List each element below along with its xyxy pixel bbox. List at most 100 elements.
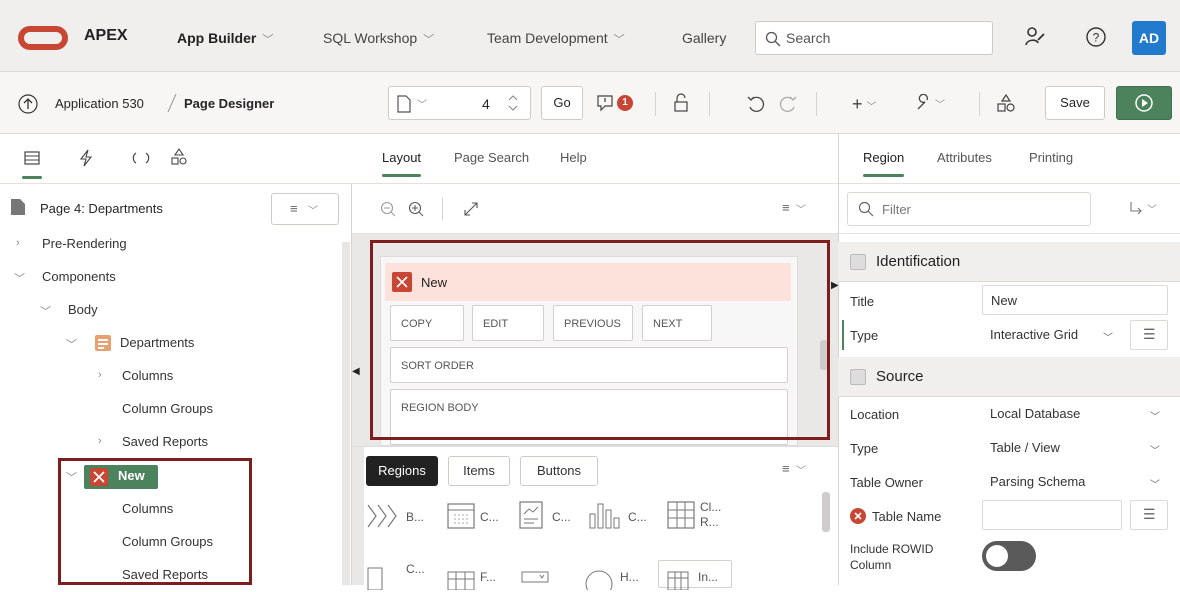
left-splitter[interactable] xyxy=(352,234,364,585)
tree-label: Body xyxy=(68,302,98,317)
type-select[interactable]: Interactive Grid ﹀ xyxy=(982,320,1122,350)
tree-item-pre-rendering[interactable]: › Pre-Rendering xyxy=(0,228,340,261)
menu-icon[interactable]: ≡ xyxy=(782,461,790,476)
tree-page-node[interactable]: Page 4: Departments ≡ ﹀ xyxy=(0,192,352,226)
tree-item-new-columns[interactable]: Columns xyxy=(0,493,240,526)
gallery-scrollbar[interactable] xyxy=(822,492,830,532)
search-input[interactable]: Search xyxy=(755,21,993,55)
toolbar-divider xyxy=(816,92,817,116)
tree-item-columns[interactable]: › Columns xyxy=(0,360,340,393)
tree-item-departments[interactable]: ﹀ Departments xyxy=(0,327,340,360)
rendering-tab-icon[interactable] xyxy=(24,150,40,166)
help-icon[interactable]: ? xyxy=(1085,26,1107,48)
type-select-value: Interactive Grid xyxy=(990,327,1079,342)
tree-menu-button[interactable]: ≡ ﹀ xyxy=(271,193,339,225)
classic-report-icon xyxy=(667,501,695,529)
menu-icon[interactable]: ≡ xyxy=(782,200,790,215)
shared-components-icon[interactable] xyxy=(996,93,1016,113)
nav-gallery[interactable]: Gallery xyxy=(682,30,726,46)
filter-input[interactable]: Filter xyxy=(847,192,1091,226)
layout-panel: Layout Page Search Help ≡ ﹀ ◀ ▶ New COPY… xyxy=(352,134,839,590)
tree-item-saved-reports[interactable]: › Saved Reports xyxy=(0,426,340,459)
table-name-field[interactable] xyxy=(982,500,1122,530)
search-icon xyxy=(765,31,781,47)
section-identification[interactable]: Identification xyxy=(838,242,1180,282)
expand-icon[interactable] xyxy=(462,200,480,218)
toggle-knob xyxy=(986,545,1008,567)
gallery-tab-items[interactable]: Items xyxy=(448,456,510,486)
source-type-select[interactable]: Table / View ﹀ xyxy=(982,433,1168,463)
redo-icon[interactable] xyxy=(778,94,798,114)
left-panel-tabs xyxy=(0,134,352,184)
tab-layout[interactable]: Layout xyxy=(382,150,422,177)
gallery-tab-buttons[interactable]: Buttons xyxy=(520,456,598,486)
go-button[interactable]: Go xyxy=(541,86,583,120)
page-selector[interactable]: ﹀ 4 xyxy=(388,86,531,120)
processing-tab-icon[interactable] xyxy=(132,149,150,167)
tree-item-components[interactable]: ﹀ Components xyxy=(0,261,340,294)
type-list-button[interactable]: ☰ xyxy=(1130,320,1168,350)
stepper-arrows-icon[interactable] xyxy=(507,92,519,114)
chevron-down-icon: ﹀ xyxy=(1147,205,1157,216)
interactive-grid-icon xyxy=(667,571,689,590)
error-icon xyxy=(850,508,866,524)
nav-sql-workshop[interactable]: SQL Workshop ﹀ xyxy=(323,30,434,47)
tab-attributes[interactable]: Attributes xyxy=(937,150,992,165)
save-button[interactable]: Save xyxy=(1045,86,1105,120)
chevron-down-icon: ﹀ xyxy=(66,339,77,351)
tree-scrollbar[interactable] xyxy=(342,242,350,585)
page-number-value[interactable]: 4 xyxy=(482,96,490,112)
tree-item-column-groups[interactable]: Column Groups xyxy=(0,393,340,426)
page-issues-button[interactable]: 1 xyxy=(596,94,640,114)
lock-icon[interactable] xyxy=(672,93,692,113)
error-x-icon xyxy=(90,468,108,486)
chevron-down-icon: ﹀ xyxy=(66,472,77,484)
tree-label: Saved Reports xyxy=(122,567,208,582)
tree-item-body[interactable]: ﹀ Body xyxy=(0,294,340,327)
avatar[interactable]: AD xyxy=(1132,21,1166,55)
select-list-icon xyxy=(521,571,549,583)
tab-printing[interactable]: Printing xyxy=(1029,150,1073,165)
run-page-button[interactable] xyxy=(1116,86,1172,120)
tree-item-new[interactable]: ﹀ New xyxy=(0,460,340,493)
nav-team-development-label: Team Development xyxy=(487,30,608,46)
chevron-down-icon: ﹀ xyxy=(40,306,51,318)
gallery-tab-regions[interactable]: Regions xyxy=(366,456,438,486)
undo-icon[interactable] xyxy=(746,94,766,114)
dynamic-actions-tab-icon[interactable] xyxy=(78,149,94,167)
developer-tools-icon[interactable] xyxy=(1024,26,1046,48)
type-label: Type xyxy=(850,328,879,343)
collapse-toggle-icon xyxy=(850,254,866,270)
filter-placeholder: Filter xyxy=(882,202,911,217)
title-field[interactable]: New xyxy=(982,285,1168,315)
shared-components-tab-icon[interactable] xyxy=(170,148,188,166)
list-icon: ☰ xyxy=(1143,326,1156,342)
tree-label: Components xyxy=(42,269,116,284)
section-source[interactable]: Source xyxy=(838,357,1180,397)
apex-brand[interactable]: APEX xyxy=(84,27,128,45)
table-owner-select[interactable]: Parsing Schema ﹀ xyxy=(982,467,1168,497)
up-arrow-circle-icon[interactable] xyxy=(18,94,38,114)
include-rowid-toggle[interactable] xyxy=(982,541,1036,571)
go-to-group-icon xyxy=(1130,202,1142,215)
tree-item-new-column-groups[interactable]: Column Groups xyxy=(0,526,240,559)
gallery-label: C... xyxy=(552,510,571,524)
create-menu-button[interactable]: + ﹀ xyxy=(852,94,877,115)
middle-panel-tabs: Layout Page Search Help xyxy=(352,134,838,184)
title-label: Title xyxy=(850,294,875,309)
collapse-toggle-icon xyxy=(850,369,866,385)
breadcrumb-page-designer: Page Designer xyxy=(184,96,275,111)
tree-item-new-saved-reports[interactable]: Saved Reports xyxy=(0,559,240,592)
oracle-logo[interactable] xyxy=(18,26,68,50)
nav-app-builder[interactable]: App Builder ﹀ xyxy=(177,30,273,47)
collapse-left-icon[interactable]: ◀ xyxy=(352,366,360,377)
zoom-in-icon[interactable] xyxy=(408,201,424,217)
breadcrumb-application[interactable]: Application 530 xyxy=(55,96,144,111)
tab-help[interactable]: Help xyxy=(560,150,587,165)
zoom-out-icon[interactable] xyxy=(380,201,396,217)
nav-team-development[interactable]: Team Development ﹀ xyxy=(487,30,625,47)
tab-page-search[interactable]: Page Search xyxy=(454,150,529,165)
tab-region[interactable]: Region xyxy=(863,150,905,177)
table-name-list-button[interactable]: ☰ xyxy=(1130,500,1168,530)
location-select[interactable]: Local Database ﹀ xyxy=(982,399,1168,429)
